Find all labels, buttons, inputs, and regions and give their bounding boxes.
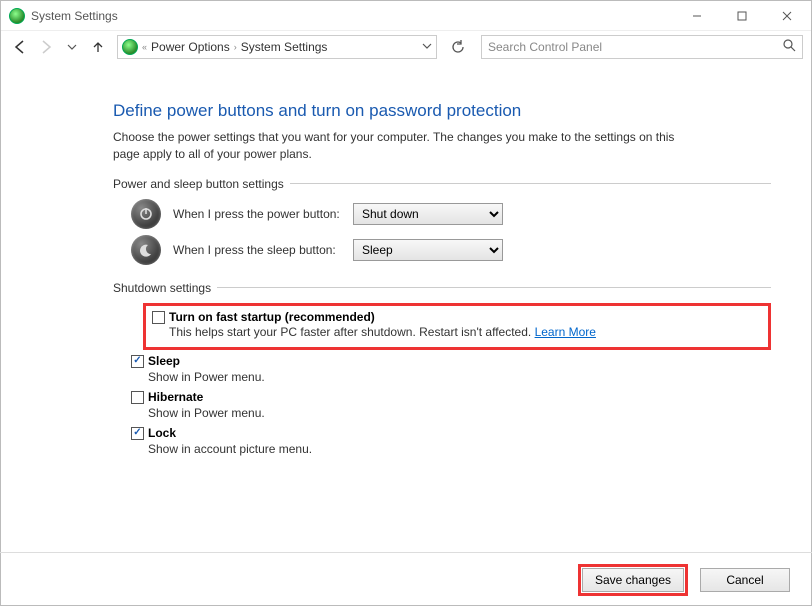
forward-button[interactable] <box>35 36 57 58</box>
hibernate-desc: Show in Power menu. <box>148 406 771 420</box>
power-button-label: When I press the power button: <box>173 207 353 221</box>
close-button[interactable] <box>764 2 809 30</box>
maximize-button[interactable] <box>719 2 764 30</box>
chevron-right-icon: › <box>234 42 237 52</box>
save-button[interactable]: Save changes <box>582 568 684 592</box>
checkbox-icon <box>131 427 144 440</box>
lock-checkbox[interactable]: Lock <box>131 426 771 440</box>
section-power-label: Power and sleep button settings <box>113 177 771 191</box>
sleep-desc: Show in Power menu. <box>148 370 771 384</box>
breadcrumb-level2[interactable]: System Settings <box>241 40 328 54</box>
search-placeholder: Search Control Panel <box>488 40 602 54</box>
footer: Save changes Cancel <box>0 552 812 606</box>
search-icon <box>783 39 796 55</box>
page-description: Choose the power settings that you want … <box>113 129 693 163</box>
window-title: System Settings <box>31 9 118 23</box>
checkbox-icon <box>152 311 165 324</box>
lock-desc: Show in account picture menu. <box>148 442 771 456</box>
chevron-down-icon[interactable] <box>422 41 432 53</box>
power-button-select[interactable]: Shut down <box>353 203 503 225</box>
cancel-button[interactable]: Cancel <box>700 568 790 592</box>
search-input[interactable]: Search Control Panel <box>481 35 803 59</box>
checkbox-icon <box>131 355 144 368</box>
back-button[interactable] <box>9 36 31 58</box>
app-icon <box>9 8 25 24</box>
breadcrumb-level1[interactable]: Power Options <box>151 40 230 54</box>
power-button-row: When I press the power button: Shut down <box>131 199 771 229</box>
titlebar: System Settings <box>1 1 811 31</box>
breadcrumb[interactable]: « Power Options › System Settings <box>117 35 437 59</box>
page-title: Define power buttons and turn on passwor… <box>113 101 771 121</box>
navbar: « Power Options › System Settings Search… <box>1 31 811 63</box>
control-panel-icon <box>122 39 138 55</box>
learn-more-link[interactable]: Learn More <box>535 325 596 339</box>
minimize-button[interactable] <box>674 2 719 30</box>
sleep-checkbox[interactable]: Sleep <box>131 354 771 368</box>
refresh-button[interactable] <box>447 36 469 58</box>
checkbox-icon <box>131 391 144 404</box>
content-area: Define power buttons and turn on passwor… <box>1 63 811 456</box>
up-button[interactable] <box>87 36 109 58</box>
recent-dropdown[interactable] <box>61 36 83 58</box>
hibernate-checkbox[interactable]: Hibernate <box>131 390 771 404</box>
section-shutdown-label: Shutdown settings <box>113 281 771 295</box>
sleep-button-row: When I press the sleep button: Sleep <box>131 235 771 265</box>
sleep-button-select[interactable]: Sleep <box>353 239 503 261</box>
save-highlight: Save changes <box>578 564 688 596</box>
power-icon <box>131 199 161 229</box>
fast-startup-checkbox[interactable]: Turn on fast startup (recommended) <box>152 310 760 324</box>
fast-startup-highlight: Turn on fast startup (recommended) This … <box>143 303 771 350</box>
sleep-button-label: When I press the sleep button: <box>173 243 353 257</box>
breadcrumb-sep-root: « <box>142 42 147 52</box>
sleep-icon <box>131 235 161 265</box>
fast-startup-desc: This helps start your PC faster after sh… <box>169 325 760 339</box>
